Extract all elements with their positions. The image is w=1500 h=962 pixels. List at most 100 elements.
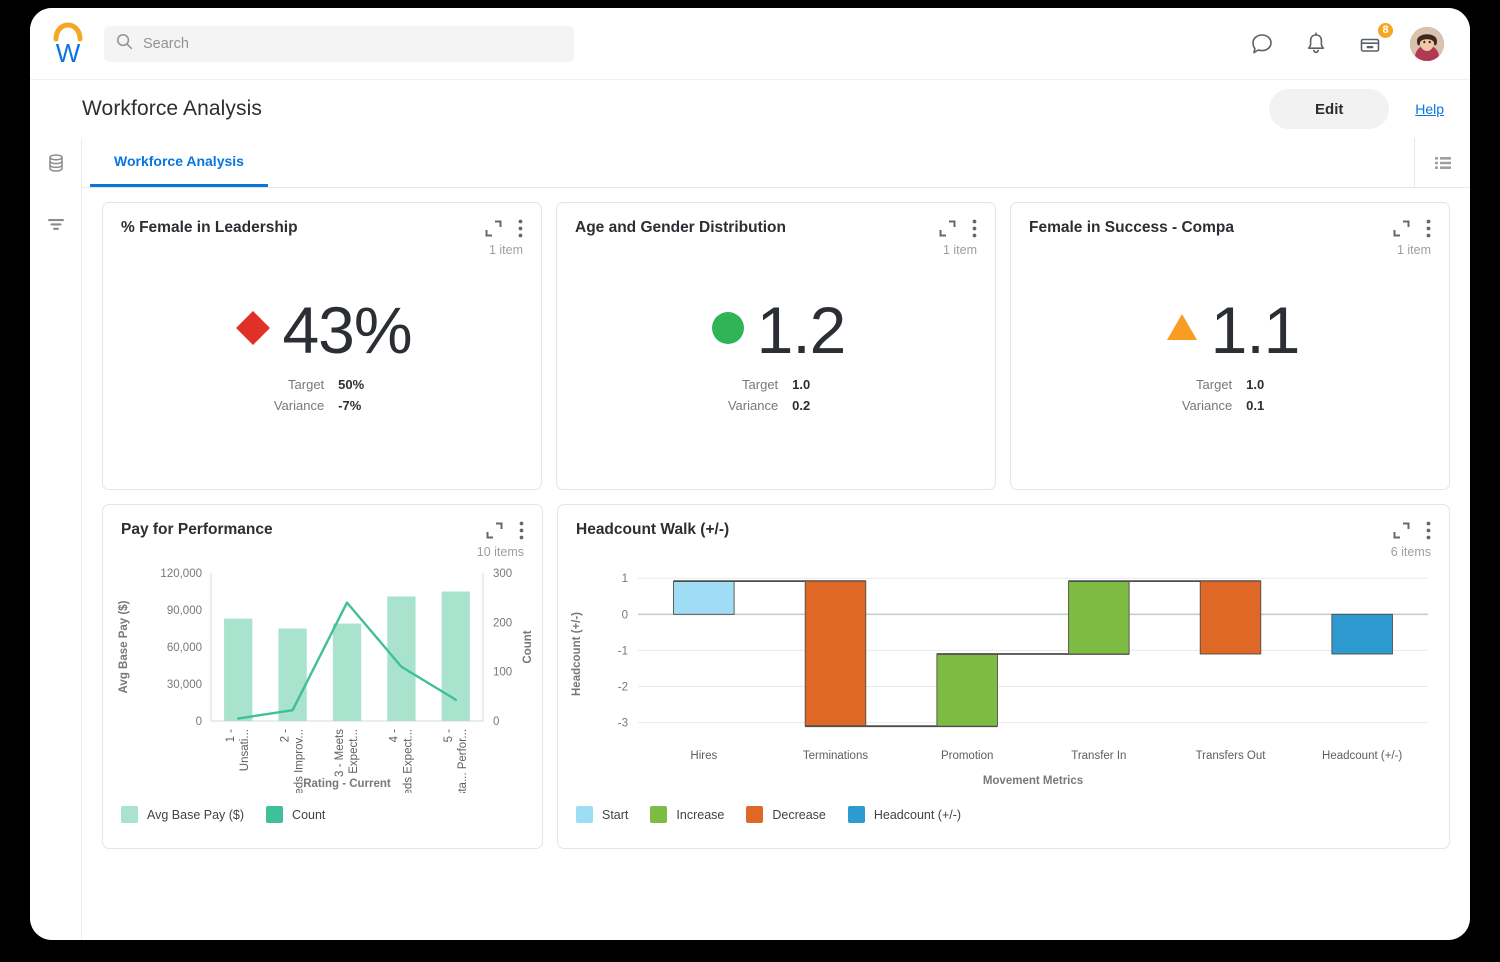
svg-text:Terminations: Terminations (803, 750, 868, 762)
pay-chart-legend: Avg Base Pay ($) Count (103, 806, 542, 823)
svg-text:0: 0 (493, 716, 499, 728)
waterfall-bar-4 (1200, 581, 1261, 654)
expand-icon[interactable] (1393, 220, 1410, 242)
filter-icon[interactable] (45, 214, 67, 236)
topbar-icon-group: 8 (1248, 27, 1444, 61)
svg-text:Outsta... Perfor...: Outsta... Perfor... (457, 729, 469, 793)
variance-value: 0.2 (778, 395, 824, 416)
x-tick-1: 2 -Needs Improv... (280, 729, 306, 793)
kpi-value: 1.1 (1211, 299, 1300, 362)
edit-button[interactable]: Edit (1269, 89, 1389, 129)
search-box[interactable] (104, 26, 574, 62)
bar-4 (442, 592, 470, 722)
chart-card-pay-for-performance: Pay for Performance (102, 504, 543, 849)
legend-label: Avg Base Pay ($) (147, 808, 244, 822)
bar-2 (333, 624, 361, 721)
item-count: 1 item (943, 243, 977, 257)
legend-item-decrease: Decrease (746, 806, 826, 823)
variance-label: Variance (1182, 395, 1232, 416)
svg-text:Rating - Current: Rating - Current (303, 778, 391, 790)
more-options-icon[interactable] (1426, 219, 1431, 243)
svg-text:W: W (56, 38, 81, 67)
x-tick-2: 3 - MeetsExpect... (334, 729, 360, 777)
search-input[interactable] (143, 36, 562, 52)
more-options-icon[interactable] (1426, 521, 1431, 545)
tab-workforce-analysis[interactable]: Workforce Analysis (90, 138, 268, 187)
svg-text:Avg Base Pay ($): Avg Base Pay ($) (118, 600, 130, 693)
legend-label: Start (602, 808, 628, 822)
legend-label: Decrease (772, 808, 826, 822)
status-circle-icon (707, 307, 749, 354)
legend-swatch (576, 806, 593, 823)
svg-text:Unsati...: Unsati... (239, 729, 251, 771)
kpi-value: 1.2 (757, 299, 846, 362)
card-title: Female in Success - Compa (1029, 219, 1234, 237)
svg-text:Headcount (+/-): Headcount (+/-) (1322, 750, 1402, 762)
svg-text:Promotion: Promotion (941, 750, 993, 762)
svg-text:Count: Count (522, 630, 534, 663)
global-toolbar: W (30, 8, 1470, 80)
legend-label: Count (292, 808, 325, 822)
dashboard-content: Workforce Analysis (82, 138, 1470, 940)
legend-item-headcount: Headcount (+/-) (848, 806, 961, 823)
svg-text:Hires: Hires (690, 750, 717, 762)
page-title: Workforce Analysis (82, 97, 262, 121)
legend-swatch (121, 806, 138, 823)
bar-3 (387, 596, 415, 721)
svg-text:1 -: 1 - (225, 729, 237, 743)
inbox-icon[interactable]: 8 (1356, 30, 1384, 58)
pay-for-performance-chart: 030,00060,00090,000120,00001002003001 -U… (103, 563, 542, 798)
legend-item-count: Count (266, 806, 325, 823)
svg-text:3 - Meets: 3 - Meets (334, 729, 346, 777)
legend-item-avg-base-pay: Avg Base Pay ($) (121, 806, 244, 823)
target-label: Target (1196, 374, 1232, 395)
help-link[interactable]: Help (1415, 101, 1444, 117)
expand-icon[interactable] (939, 220, 956, 242)
more-options-icon[interactable] (519, 521, 524, 545)
svg-text:-3: -3 (618, 718, 628, 730)
kpi-value: 43% (282, 299, 411, 362)
status-diamond-icon (232, 307, 274, 354)
item-count: 6 items (1391, 545, 1431, 559)
svg-text:5 -: 5 - (443, 729, 455, 743)
item-count: 1 item (1397, 243, 1431, 257)
bar-1 (278, 629, 306, 722)
bell-icon[interactable] (1302, 30, 1330, 58)
variance-value: -7% (324, 395, 370, 416)
left-rail (30, 138, 82, 940)
svg-text:30,000: 30,000 (167, 679, 202, 691)
svg-text:Transfer In: Transfer In (1071, 750, 1126, 762)
svg-text:200: 200 (493, 617, 512, 629)
headcount-walk-chart: 10-1-2-3HiresTerminationsPromotionTransf… (558, 559, 1449, 802)
more-options-icon[interactable] (972, 219, 977, 243)
avatar[interactable] (1410, 27, 1444, 61)
expand-icon[interactable] (1393, 522, 1410, 544)
item-count: 10 items (477, 545, 524, 559)
legend-label: Headcount (+/-) (874, 808, 961, 822)
tab-strip: Workforce Analysis (82, 138, 1470, 188)
waterfall-bar-2 (937, 654, 998, 726)
target-label: Target (742, 374, 778, 395)
target-value: 1.0 (1232, 374, 1278, 395)
legend-item-start: Start (576, 806, 628, 823)
workday-logo[interactable]: W (48, 21, 88, 67)
kpi-row: % Female in Leadership (102, 202, 1450, 490)
variance-label: Variance (728, 395, 778, 416)
waterfall-bar-5 (1332, 614, 1393, 654)
chat-icon[interactable] (1248, 30, 1276, 58)
svg-text:Headcount (+/-): Headcount (+/-) (571, 612, 583, 696)
expand-icon[interactable] (486, 522, 503, 544)
legend-swatch (650, 806, 667, 823)
more-options-icon[interactable] (518, 219, 523, 243)
variance-label: Variance (274, 395, 324, 416)
target-label: Target (288, 374, 324, 395)
x-tick-0: 1 -Unsati... (225, 729, 251, 771)
data-source-icon[interactable] (45, 152, 67, 174)
list-view-icon[interactable] (1414, 138, 1470, 187)
chart-card-headcount-walk: Headcount Walk (+/-) (557, 504, 1450, 849)
svg-text:-2: -2 (618, 681, 628, 693)
expand-icon[interactable] (485, 220, 502, 242)
svg-text:1: 1 (622, 573, 628, 585)
page-header: Workforce Analysis Edit Help (30, 80, 1470, 138)
legend-swatch (266, 806, 283, 823)
